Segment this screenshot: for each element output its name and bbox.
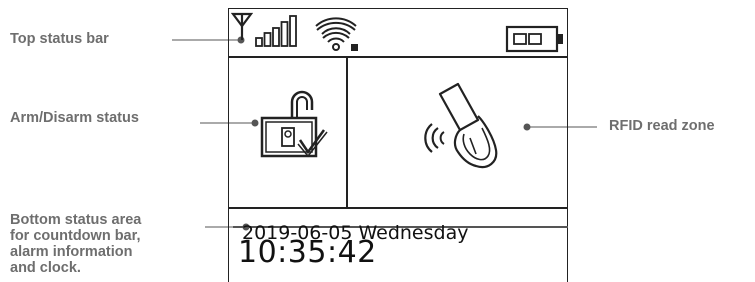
open-padlock-check-icon [260, 90, 328, 158]
antenna-icon [231, 12, 253, 40]
rfid-card-icon [424, 82, 498, 169]
signal-bars-icon [255, 15, 297, 47]
middle-bottom-divider [228, 207, 568, 209]
battery-icon [505, 25, 563, 53]
clock-display: 10:35:42 [238, 235, 377, 270]
middle-divider [346, 56, 348, 207]
wifi-icon [315, 17, 358, 51]
status-bar-divider [228, 56, 568, 58]
